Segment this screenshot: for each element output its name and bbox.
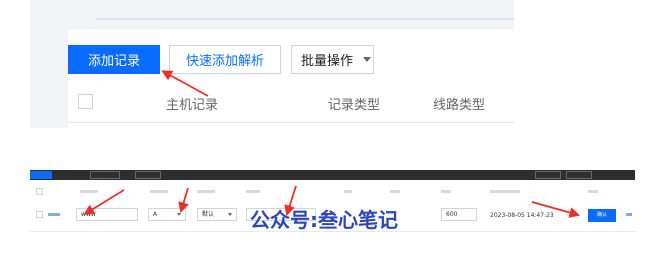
quick-add-button-label: 快速添加解析 (185, 54, 264, 69)
top-divider (96, 18, 514, 20)
batch-operation-label: 批量操作 (301, 54, 354, 69)
mini-add-record-button[interactable] (30, 171, 52, 179)
mini-header-record-value (246, 190, 260, 193)
mini-toolbar-right-button-2[interactable] (566, 171, 592, 179)
mini-toolbar-right-button[interactable] (535, 171, 561, 179)
host-record-input[interactable]: www (76, 208, 138, 221)
watermark-text: 公众号:叁心笔记 (250, 208, 398, 232)
mini-batch-button[interactable] (135, 171, 161, 179)
row-checkbox[interactable] (36, 211, 43, 218)
mini-header-record-type (150, 190, 168, 193)
add-record-button[interactable]: 添加记录 (68, 45, 160, 74)
mini-header-ttl (441, 190, 451, 193)
confirm-button[interactable]: 确认 (588, 209, 616, 222)
mini-header-line-type (197, 190, 215, 193)
line-type-value: 默认 (202, 211, 215, 218)
mini-header-host-record (80, 190, 98, 193)
chevron-down-icon (177, 213, 181, 216)
column-header-host-record: 主机记录 (166, 98, 219, 113)
record-type-select[interactable]: A (148, 208, 186, 221)
column-header-line-type: 线路类型 (433, 98, 486, 113)
mini-select-all-checkbox[interactable] (36, 188, 43, 195)
column-header-record-type: 记录类型 (328, 98, 381, 113)
mini-quick-add-button[interactable] (90, 171, 120, 179)
chevron-down-icon (228, 213, 232, 216)
line-type-select[interactable]: 默认 (197, 208, 237, 221)
batch-operation-dropdown[interactable]: 批量操作 (291, 45, 374, 74)
select-all-checkbox[interactable] (78, 94, 93, 109)
record-type-value: A (153, 211, 158, 218)
mini-header-actions (588, 190, 598, 193)
mini-header-last-modified (490, 190, 520, 193)
ttl-input[interactable]: 600 (441, 208, 477, 221)
add-record-button-label: 添加记录 (87, 54, 140, 69)
last-modified-time: 2023-08-05 14:47:23 (490, 212, 554, 219)
mini-header-weight (344, 190, 352, 193)
chevron-down-icon (363, 57, 372, 62)
cancel-link[interactable] (626, 213, 632, 216)
row-status-link[interactable] (48, 213, 60, 216)
mini-header-priority (390, 190, 400, 193)
quick-add-resolution-button[interactable]: 快速添加解析 (169, 45, 281, 74)
